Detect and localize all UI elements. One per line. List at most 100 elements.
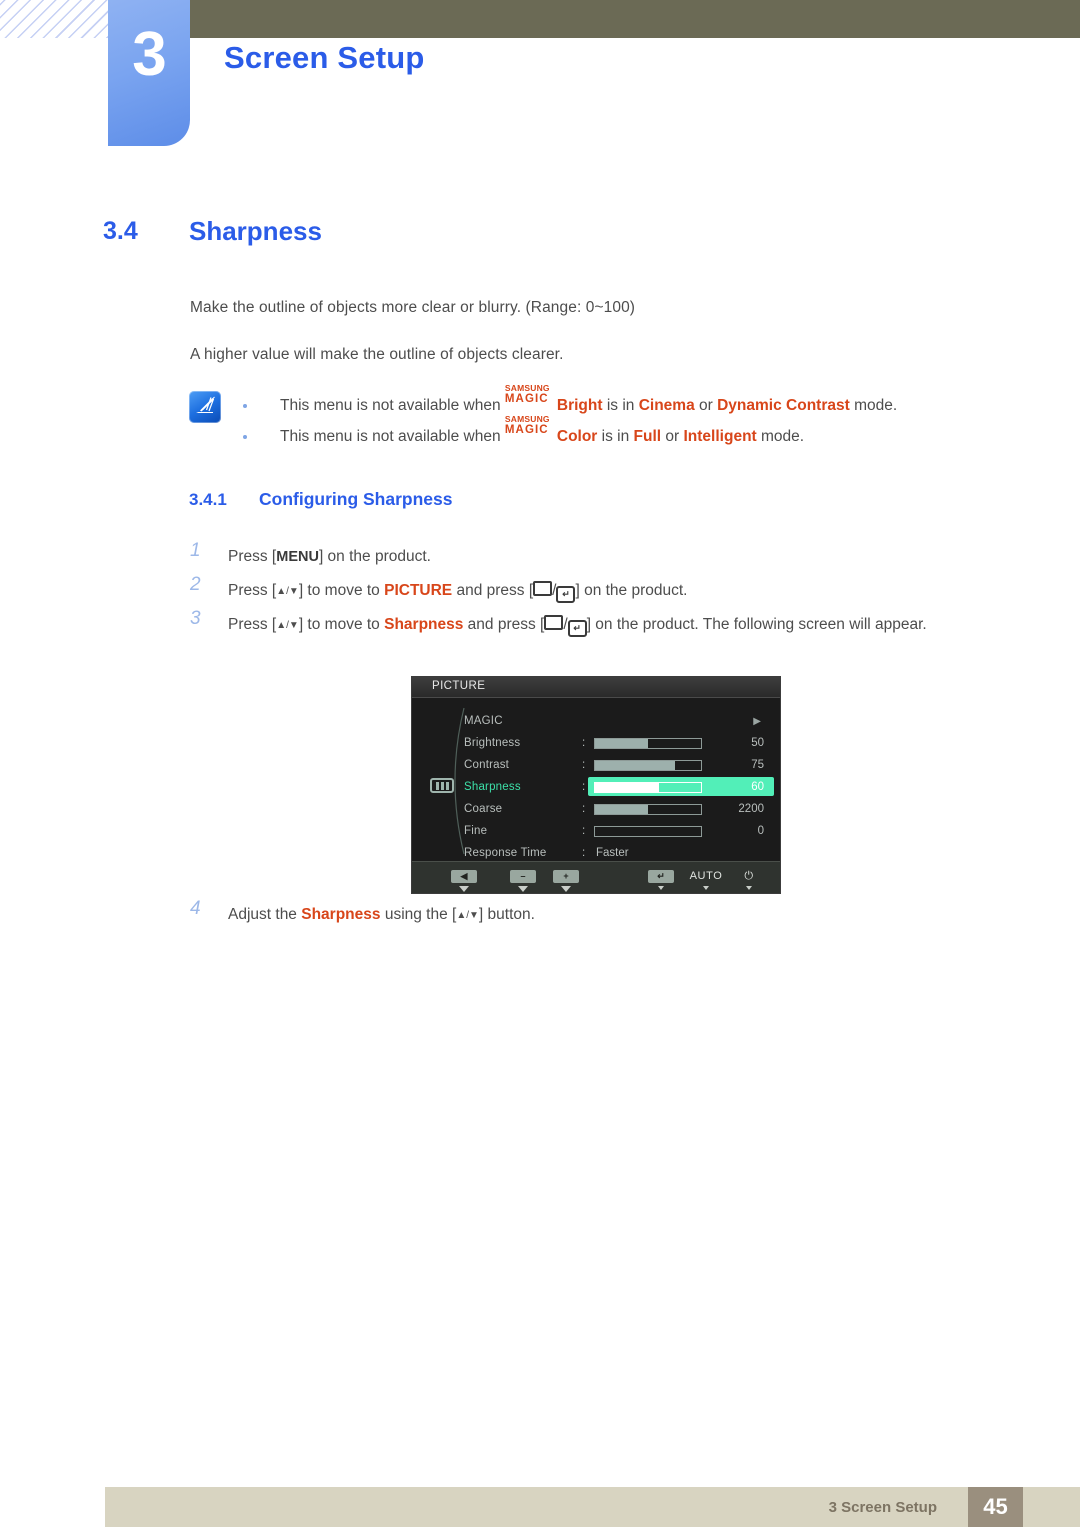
osd-auto-button[interactable]: AUTO — [685, 866, 727, 890]
step-4-part-c: ] button. — [478, 906, 535, 923]
osd-label-fine: Fine — [464, 825, 488, 837]
osd-colon-fine: : — [582, 825, 586, 837]
step-3-part-a: Press [ — [228, 616, 277, 633]
chapter-title: Screen Setup — [224, 40, 425, 75]
back-indicator-triangle-icon — [459, 886, 469, 892]
osd-footer-toolbar: ◀ – + ↵ AUTO ⏻ — [412, 861, 780, 893]
osd-row-magic[interactable]: MAGIC ▶ — [464, 710, 774, 732]
source-button-icon-3 — [544, 615, 564, 630]
osd-power-button[interactable]: ⏻ — [734, 866, 764, 890]
note-1-feature: Bright — [556, 397, 603, 414]
minus-indicator-triangle-icon — [518, 886, 528, 892]
step-3-text: Press [▲/▼] to move to Sharpness and pre… — [228, 608, 1010, 643]
updown-arrows-icon-4: ▲/▼ — [456, 910, 479, 921]
osd-row-brightness[interactable]: Brightness : 50 — [464, 732, 774, 754]
osd-title: PICTURE — [432, 680, 486, 692]
step-3-part-c: and press [ — [463, 616, 545, 633]
step-4-text: Adjust the Sharpness using the [▲/▼] but… — [228, 898, 1010, 933]
note-1-suffix: mode. — [849, 397, 898, 414]
osd-row-fine[interactable]: Fine : 0 — [464, 820, 774, 842]
plus-icon: + — [553, 870, 579, 883]
decorative-hatch-pattern — [0, 0, 108, 38]
osd-label-sharpness: Sharpness — [464, 781, 521, 793]
step-1-text: Press [MENU] on the product. — [228, 540, 1010, 574]
plus-indicator-triangle-icon — [561, 886, 571, 892]
footer-chapter-label: 3 Screen Setup — [828, 1499, 937, 1516]
chevron-right-icon: ▶ — [753, 715, 761, 727]
step-2-part-c: and press [ — [452, 582, 534, 599]
auto-indicator-triangle-icon — [703, 886, 709, 890]
osd-slider-fine[interactable] — [594, 825, 702, 837]
osd-enter-button[interactable]: ↵ — [646, 866, 676, 890]
osd-colon-brightness: : — [582, 737, 586, 749]
magic-bottom-1: MAGIC — [504, 392, 549, 405]
updown-arrows-icon-3: ▲/▼ — [276, 620, 299, 631]
osd-slider-fill-brightness — [595, 738, 648, 748]
osd-slider-brightness[interactable] — [594, 737, 702, 749]
osd-row-coarse[interactable]: Coarse : 2200 — [464, 798, 774, 820]
step-4-part-b: using the [ — [380, 906, 457, 923]
osd-colon-coarse: : — [582, 803, 586, 815]
page-number-badge: 45 — [968, 1487, 1023, 1527]
section-paragraph-2: A higher value will make the outline of … — [190, 346, 564, 363]
note-2-value-2: Intelligent — [683, 428, 757, 445]
source-button-icon-2 — [533, 581, 553, 596]
header-bar — [190, 0, 1080, 38]
note-1-conj: or — [694, 397, 718, 414]
osd-back-button[interactable]: ◀ — [449, 866, 479, 892]
note-pencil-icon — [189, 391, 221, 423]
note-1-value-1: Cinema — [638, 397, 695, 414]
note-2-suffix: mode. — [756, 428, 805, 445]
osd-value-fine: 0 — [757, 825, 764, 837]
step-2-number: 2 — [190, 574, 201, 595]
enter-button-icon-2: ↵ — [556, 586, 576, 603]
osd-slider-contrast[interactable] — [594, 759, 702, 771]
step-2-target: PICTURE — [384, 582, 453, 599]
note-list: This menu is not available when SAMSUNG M… — [240, 383, 1000, 452]
subsection-title: Configuring Sharpness — [259, 489, 453, 509]
step-4: 4 Adjust the Sharpness using the [▲/▼] b… — [190, 898, 1010, 933]
chapter-number: 3 — [132, 20, 166, 89]
step-3-number: 3 — [190, 608, 201, 629]
step-1: 1 Press [MENU] on the product. — [190, 540, 1010, 574]
osd-minus-button[interactable]: – — [508, 866, 538, 892]
section-number: 3.4 — [103, 217, 138, 245]
osd-plus-button[interactable]: + — [551, 866, 581, 892]
samsung-magic-logo-1: SAMSUNG MAGIC — [504, 383, 557, 411]
icon-bar-2 — [440, 781, 444, 790]
osd-slider-fill-sharpness — [595, 782, 659, 792]
step-3-target: Sharpness — [384, 616, 464, 633]
icon-bar-1 — [435, 781, 439, 790]
osd-row-sharpness[interactable]: Sharpness : 60 — [464, 776, 774, 798]
minus-icon: – — [510, 870, 536, 883]
osd-menu-screenshot: PICTURE MAGIC ▶ Brightness : 50 Contrast… — [411, 676, 781, 894]
updown-arrows-icon-2: ▲/▼ — [276, 586, 299, 597]
osd-value-coarse: 2200 — [738, 803, 764, 815]
step-2: 2 Press [▲/▼] to move to PICTURE and pre… — [190, 574, 1010, 609]
osd-row-contrast[interactable]: Contrast : 75 — [464, 754, 774, 776]
power-icon: ⏻ — [744, 870, 754, 882]
osd-value-sharpness: 60 — [751, 781, 764, 793]
power-indicator-triangle-icon — [746, 886, 752, 890]
osd-slider-sharpness[interactable] — [594, 781, 702, 793]
step-3: 3 Press [▲/▼] to move to Sharpness and p… — [190, 608, 1010, 643]
step-4-target: Sharpness — [301, 906, 381, 923]
osd-label-response-time: Response Time — [464, 847, 547, 859]
step-3-part-b: ] to move to — [298, 616, 385, 633]
note-1-prefix: This menu is not available when — [280, 397, 505, 414]
section-paragraph-1: Make the outline of objects more clear o… — [190, 299, 636, 316]
icon-bar-3 — [445, 781, 449, 790]
note-2-value-1: Full — [633, 428, 662, 445]
step-1-part-b: ] on the product. — [318, 548, 431, 565]
osd-colon-sharpness: : — [582, 781, 586, 793]
back-arrow-icon: ◀ — [451, 870, 477, 883]
step-3-part-e: ] on the product. The following screen w… — [586, 616, 927, 633]
note-item-1: This menu is not available when SAMSUNG M… — [240, 383, 1000, 421]
page-title: Sharpness — [189, 216, 322, 246]
enter-button-icon-3: ↵ — [567, 620, 587, 637]
note-1-mid: is in — [602, 397, 639, 414]
osd-label-coarse: Coarse — [464, 803, 503, 815]
osd-slider-fill-coarse — [595, 804, 648, 814]
note-2-conj: or — [661, 428, 684, 445]
osd-slider-coarse[interactable] — [594, 803, 702, 815]
